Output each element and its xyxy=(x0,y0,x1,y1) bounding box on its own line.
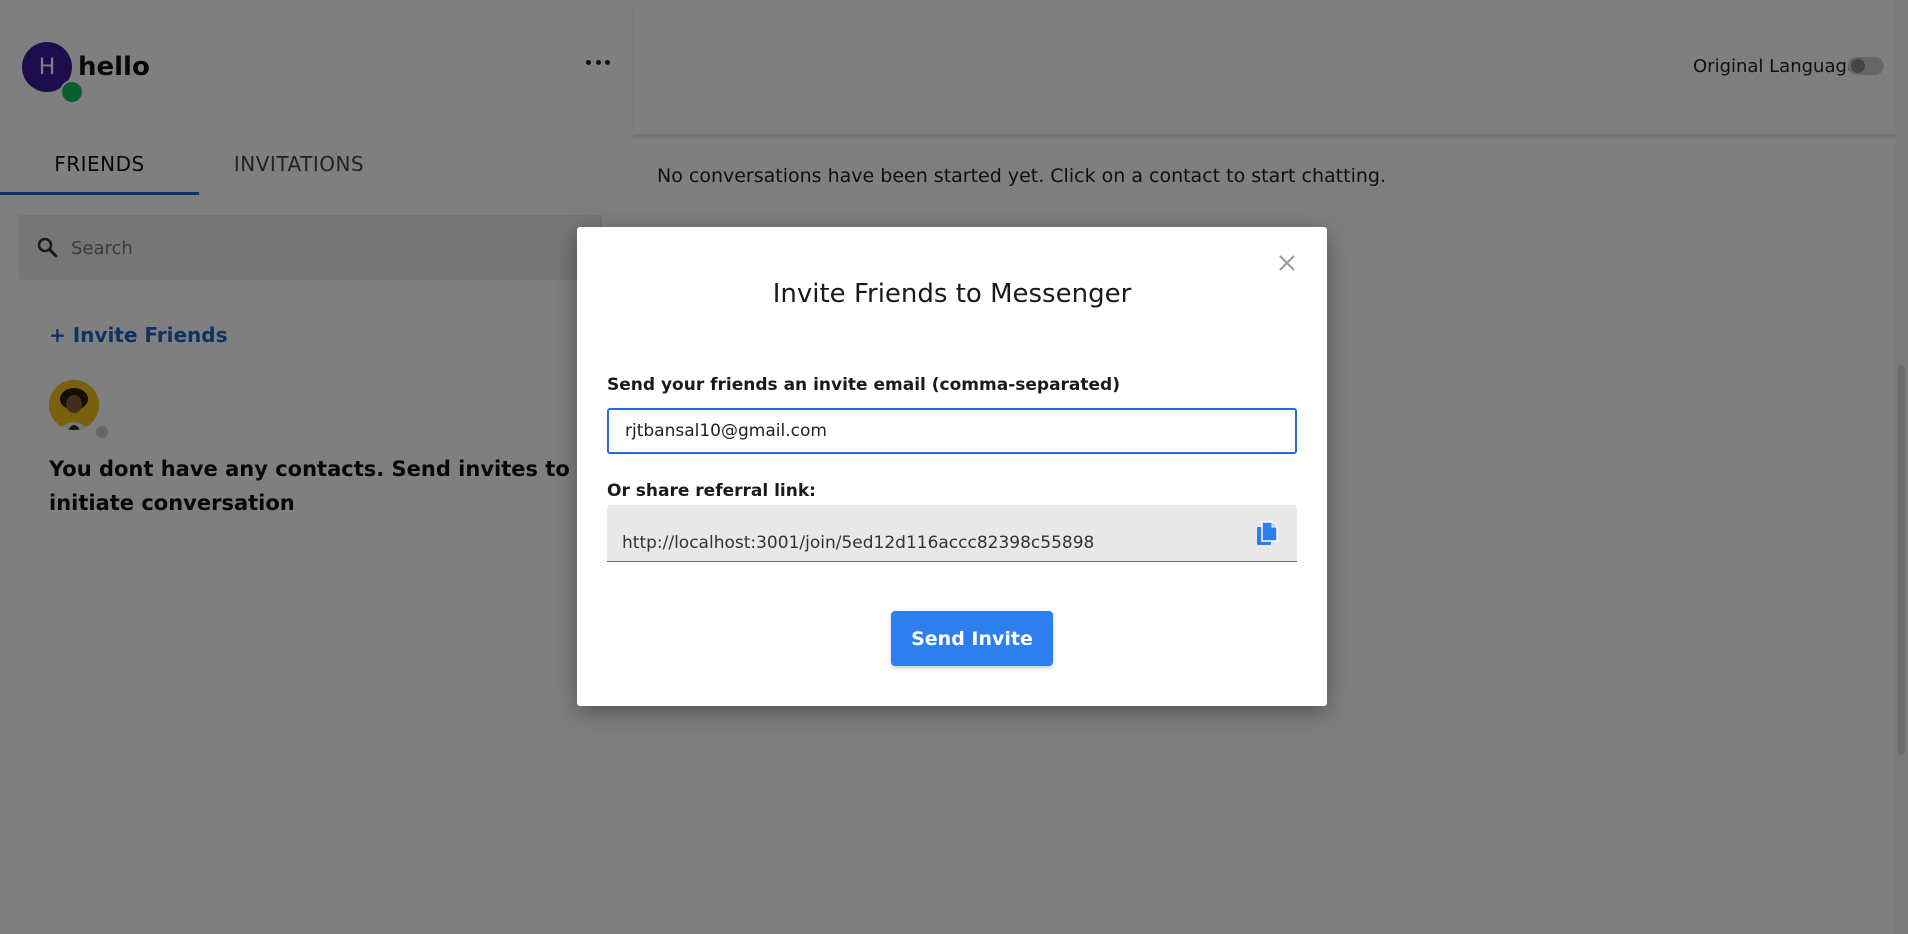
app-root: H hello FRIENDS INVITATIONS + Invite Fri… xyxy=(0,0,1908,934)
copy-icon[interactable] xyxy=(1255,521,1279,547)
modal-title: Invite Friends to Messenger xyxy=(772,279,1132,309)
close-icon[interactable] xyxy=(1277,253,1297,273)
referral-link-text: http://localhost:3001/join/5ed12d116accc… xyxy=(622,533,1095,553)
referral-link-field[interactable]: http://localhost:3001/join/5ed12d116accc… xyxy=(607,505,1297,562)
send-invite-button[interactable]: Send Invite xyxy=(891,611,1053,666)
email-label: Send your friends an invite email (comma… xyxy=(607,375,1120,395)
email-input[interactable] xyxy=(607,408,1297,454)
referral-label: Or share referral link: xyxy=(607,481,816,501)
invite-modal: Invite Friends to Messenger Send your fr… xyxy=(577,227,1327,706)
